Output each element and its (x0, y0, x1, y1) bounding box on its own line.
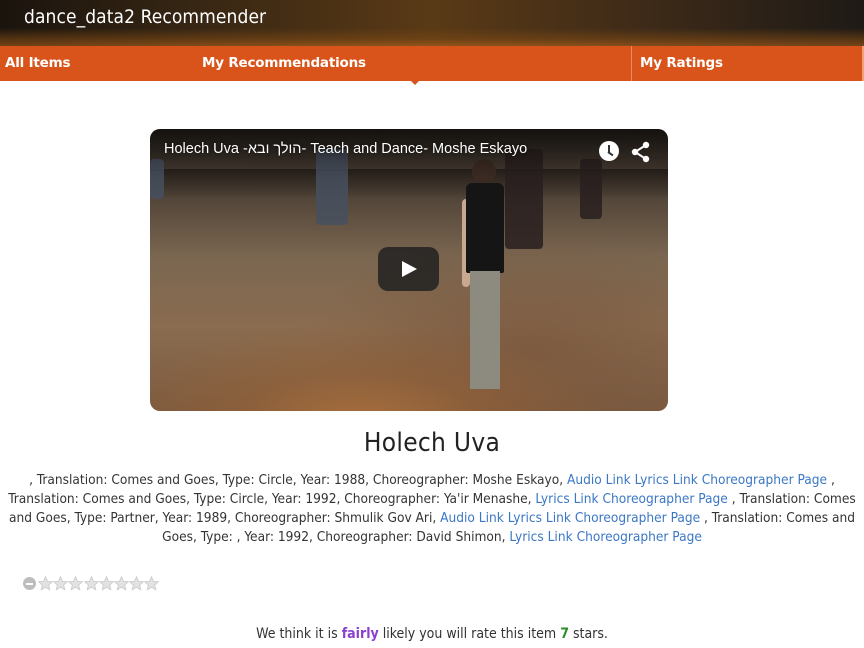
share-icon[interactable] (630, 141, 652, 163)
star-icon[interactable] (114, 576, 129, 591)
nav-my-recommendations[interactable]: My Recommendations (202, 46, 366, 81)
clear-rating-icon[interactable] (23, 577, 36, 590)
play-icon (402, 261, 417, 277)
detail-link-lyrics-link[interactable]: Lyrics Link (635, 472, 698, 488)
prediction-text: We think it is fairly likely you will ra… (0, 626, 864, 642)
prediction-level: fairly (341, 626, 379, 642)
star-icon[interactable] (38, 576, 53, 591)
star-icon[interactable] (144, 576, 160, 591)
item-details: , Translation: Comes and Goes, Type: Cir… (0, 471, 864, 547)
nav-my-ratings[interactable]: My Ratings (631, 46, 723, 81)
dancer-torso (466, 183, 504, 273)
detail-link-lyrics-link[interactable]: Lyrics Link (508, 510, 571, 526)
star-icon[interactable] (98, 576, 114, 591)
detail-link-lyrics-link[interactable]: Lyrics Link (509, 529, 572, 545)
item-title: Holech Uva (363, 428, 501, 458)
prediction-middle: likely you will rate this item (382, 626, 557, 642)
detail-link-choreographer-page[interactable]: Choreographer Page (702, 472, 827, 488)
prediction-suffix: stars. (572, 626, 608, 642)
nav-bar: All Items My Recommendations My Ratings (0, 46, 864, 81)
star-icon[interactable] (53, 576, 69, 591)
prediction-stars: 7 (560, 626, 569, 642)
video-player[interactable]: Holech Uva -הולך ובא- Teach and Dance- M… (150, 129, 668, 411)
nav-all-items[interactable]: All Items (5, 46, 71, 81)
detail-link-choreographer-page[interactable]: Choreographer Page (577, 529, 702, 545)
star-icon[interactable] (68, 576, 84, 591)
detail-link-audio-link[interactable]: Audio Link (567, 472, 631, 488)
prediction-prefix: We think it is (256, 626, 338, 642)
detail-link-choreographer-page[interactable]: Choreographer Page (575, 510, 700, 526)
active-tab-caret-icon (411, 81, 419, 85)
app-header: dance_data2 Recommender (0, 0, 864, 46)
star-icon[interactable] (129, 576, 145, 591)
header-glow (0, 28, 864, 46)
detail-link-lyrics-link[interactable]: Lyrics Link (535, 491, 598, 507)
dancer-legs (470, 271, 500, 389)
clock-icon[interactable] (599, 141, 619, 161)
detail-text: , Translation: Comes and Goes, Type: Cir… (29, 472, 568, 488)
detail-link-audio-link[interactable]: Audio Link (440, 510, 504, 526)
video-main-dancer (462, 159, 506, 391)
play-button[interactable] (378, 247, 439, 291)
detail-link-choreographer-page[interactable]: Choreographer Page (603, 491, 728, 507)
star-icon[interactable] (83, 576, 99, 591)
app-title: dance_data2 Recommender (24, 6, 267, 28)
video-title[interactable]: Holech Uva -הולך ובא- Teach and Dance- M… (164, 141, 527, 157)
